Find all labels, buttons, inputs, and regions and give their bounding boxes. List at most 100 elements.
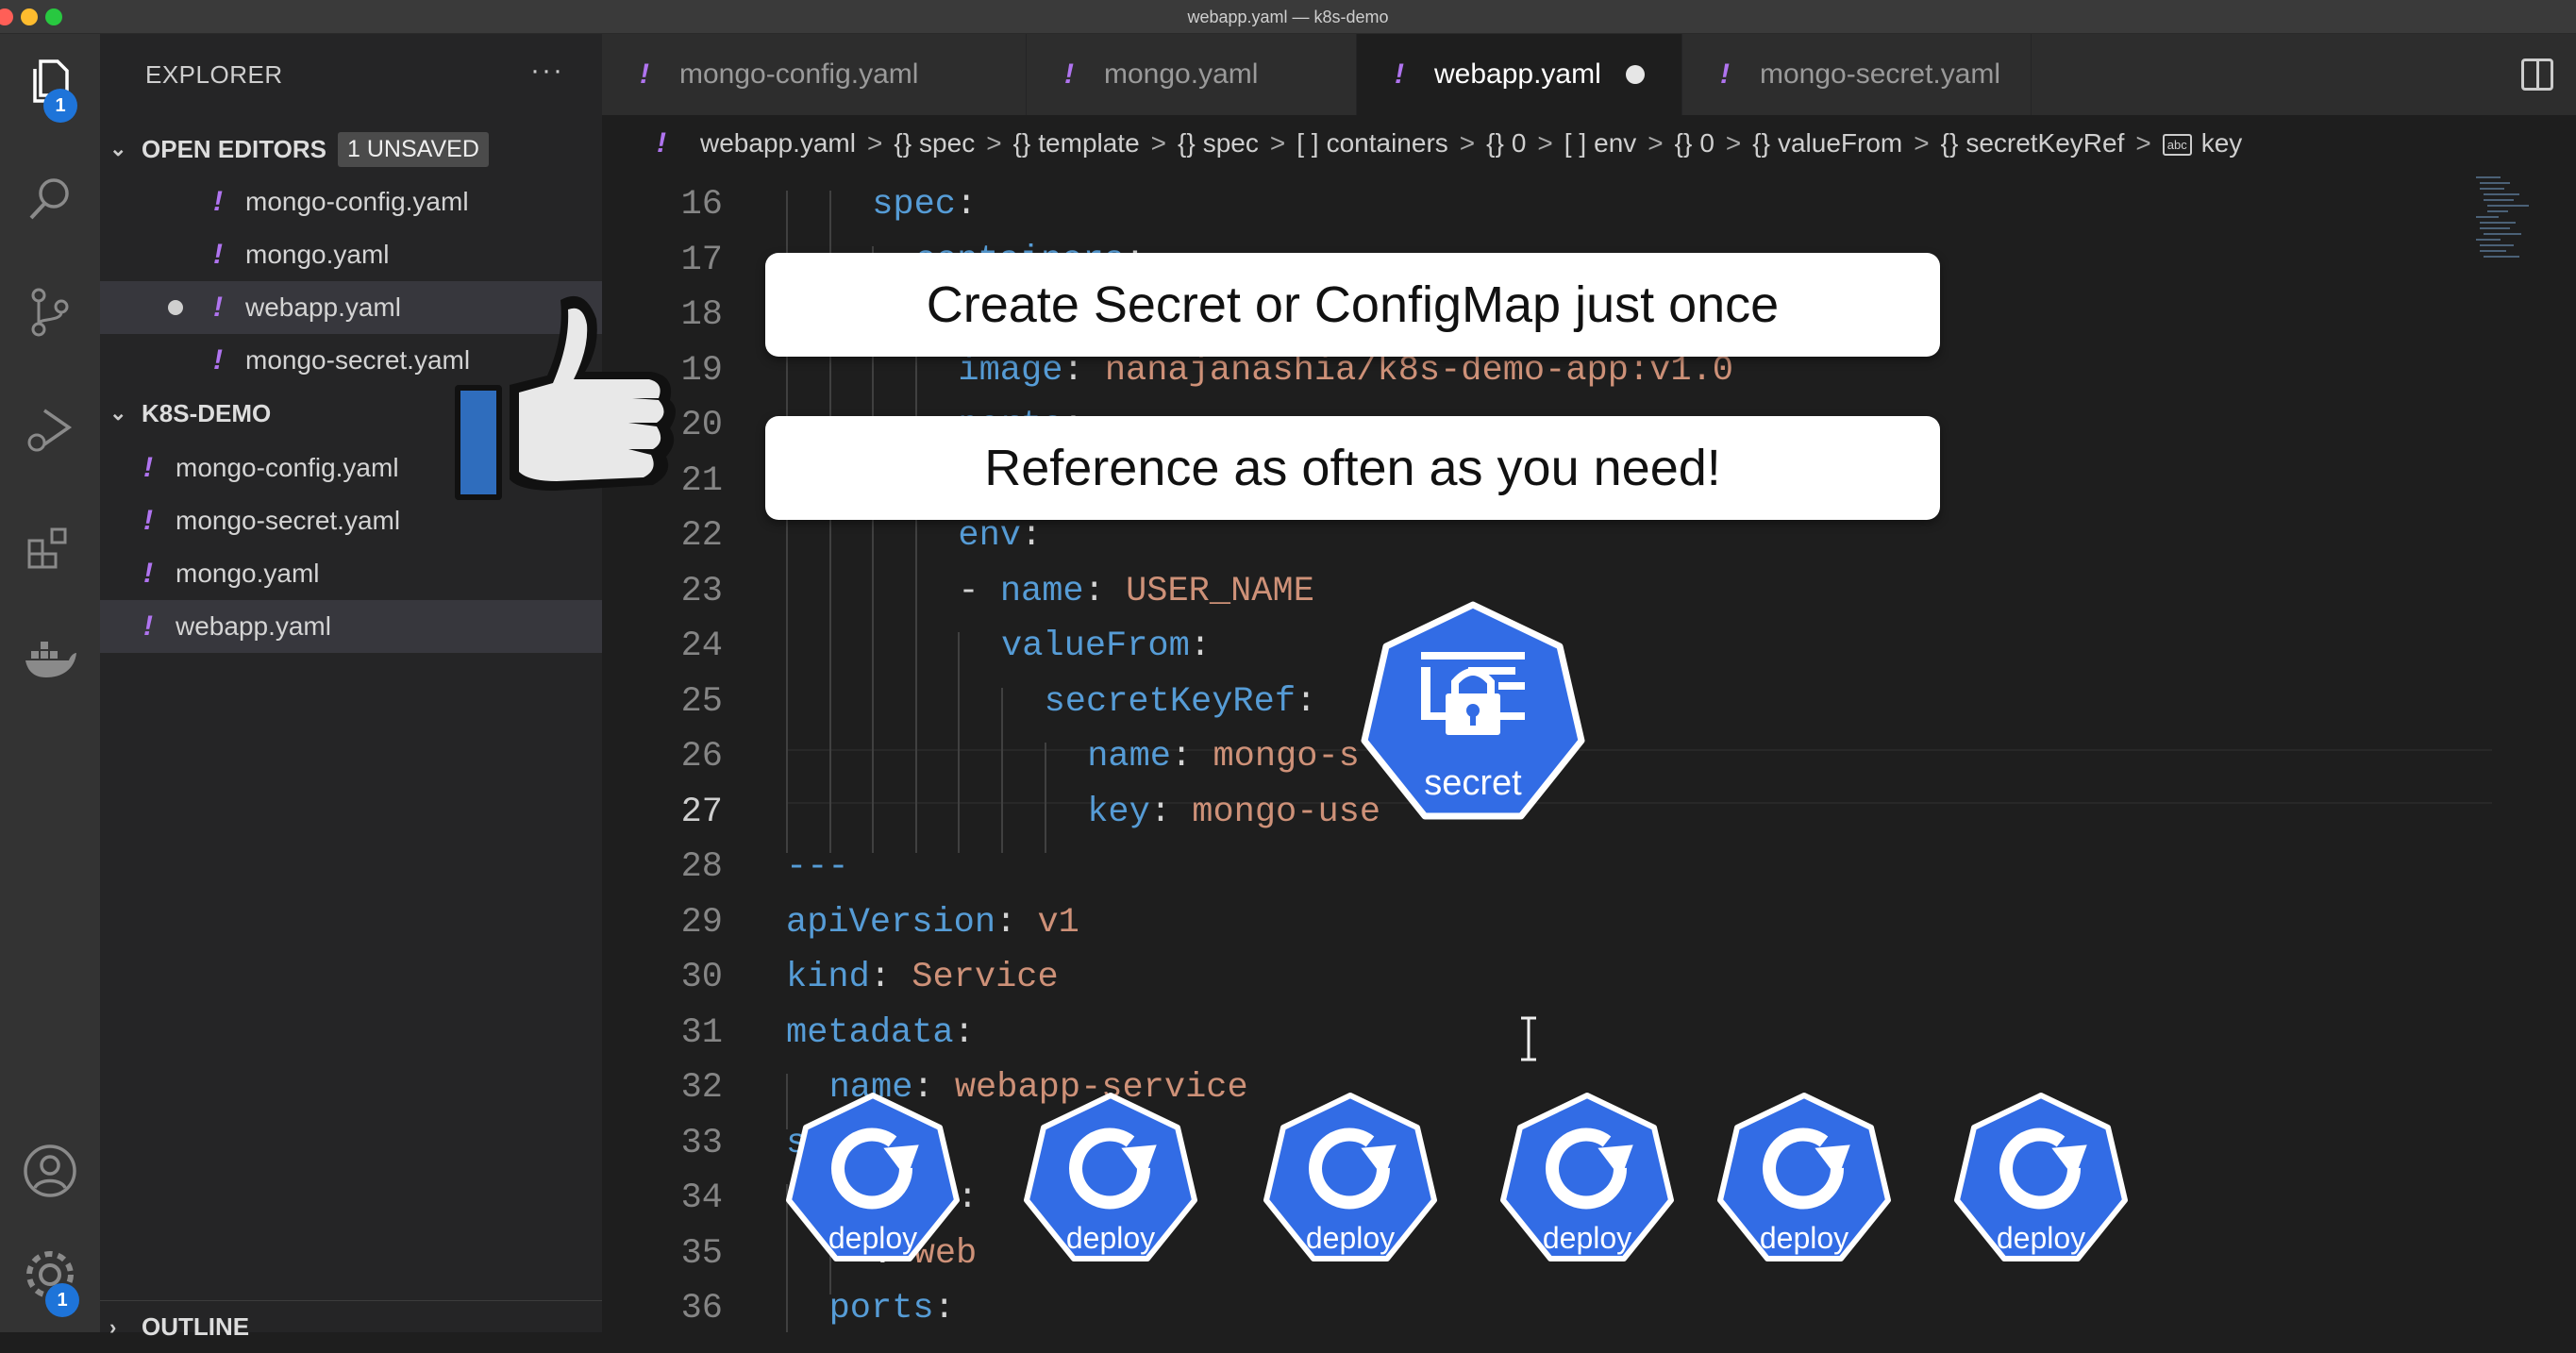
breadcrumb-separator: > xyxy=(1725,128,1742,158)
line-number: 32 xyxy=(680,1068,723,1108)
explorer-activity[interactable]: 1 xyxy=(0,40,100,125)
indent-guide xyxy=(872,632,875,688)
yaml-file-icon: ! xyxy=(213,292,223,323)
tab-label: webapp.yaml xyxy=(1434,58,1601,90)
file-label: mongo-config.yaml xyxy=(245,187,469,216)
docker-icon xyxy=(25,642,76,677)
accounts-activity[interactable] xyxy=(0,1128,100,1213)
manage-activity[interactable]: 1 xyxy=(0,1232,100,1317)
text-cursor-icon xyxy=(1521,1016,1536,1061)
open-editors-section[interactable]: ⌄ OPEN EDITORS 1 UNSAVED xyxy=(100,123,602,175)
object-symbol-icon: {} xyxy=(1674,128,1693,158)
breadcrumb-item[interactable]: {} secretKeyRef xyxy=(1941,128,2125,159)
breadcrumb-item[interactable]: {} 0 xyxy=(1486,128,1526,159)
breadcrumb-item[interactable]: {} template xyxy=(1013,128,1140,159)
open-editor-item[interactable]: ! mongo.yaml xyxy=(100,228,602,281)
indent-guide xyxy=(786,576,788,632)
breadcrumb-item[interactable]: {} spec xyxy=(894,128,975,159)
run-debug-activity[interactable] xyxy=(0,387,100,472)
folder-file-item[interactable]: ! mongo.yaml xyxy=(100,547,602,600)
breadcrumb-separator: > xyxy=(1269,128,1286,158)
breadcrumb-label: key xyxy=(2200,128,2243,158)
line-number: 27 xyxy=(680,792,723,832)
indent-guide xyxy=(1044,797,1046,853)
indent-guide xyxy=(828,356,831,411)
split-editor-icon[interactable] xyxy=(2521,58,2553,91)
source-control-activity[interactable] xyxy=(0,270,100,355)
tab-webapp[interactable]: ! webapp.yaml xyxy=(1357,34,1682,115)
deploy-label: deploy xyxy=(1305,1221,1396,1255)
indent-guide xyxy=(914,632,917,688)
yaml-file-icon: ! xyxy=(213,186,223,217)
open-editor-item[interactable]: ! mongo-config.yaml xyxy=(100,175,602,228)
indent-guide xyxy=(828,191,831,246)
breadcrumb-separator: > xyxy=(2135,128,2151,158)
line-number: 23 xyxy=(680,571,723,611)
file-label: mongo.yaml xyxy=(176,559,320,588)
line-number: 33 xyxy=(680,1123,723,1163)
breadcrumb-item[interactable]: abc key xyxy=(2162,128,2243,159)
indent-guide xyxy=(1044,743,1046,798)
modified-dot-icon[interactable] xyxy=(1625,65,1645,84)
breadcrumb-label: 0 xyxy=(1511,128,1527,158)
code-line: secretKeyRef: xyxy=(1044,681,1317,722)
file-label: mongo.yaml xyxy=(245,240,390,269)
code-line: valueFrom: xyxy=(1001,626,1212,666)
indent-guide xyxy=(786,632,788,688)
code-line: spec: xyxy=(872,185,978,225)
tab-mongo-secret[interactable]: ! mongo-secret.yaml xyxy=(1682,34,2032,115)
outline-section[interactable]: › OUTLINE xyxy=(100,1300,602,1353)
indent-guide xyxy=(1001,687,1003,743)
annotation-banner-reference: Reference as often as you need! xyxy=(765,416,1940,520)
breadcrumb-item[interactable]: {} valueFrom xyxy=(1752,128,1902,159)
tab-mongo[interactable]: ! mongo.yaml xyxy=(1027,34,1357,115)
file-label: mongo-config.yaml xyxy=(176,453,399,482)
indent-guide xyxy=(872,356,875,411)
line-number: 36 xyxy=(680,1289,723,1328)
extensions-icon xyxy=(27,527,67,569)
docker-activity[interactable] xyxy=(0,619,100,704)
object-symbol-icon: {} xyxy=(1012,128,1031,158)
folder-file-item-active[interactable]: ! webapp.yaml xyxy=(100,600,602,653)
breadcrumb-file[interactable]: webapp.yaml xyxy=(700,128,856,159)
breadcrumb-separator: > xyxy=(986,128,1002,158)
line-number: 31 xyxy=(680,1012,723,1053)
line-number: 24 xyxy=(680,626,723,666)
search-activity[interactable] xyxy=(0,157,100,242)
array-symbol-icon: [ ] xyxy=(1296,128,1319,158)
minimap[interactable] xyxy=(2472,172,2538,285)
line-number: 30 xyxy=(680,958,723,997)
breadcrumb-label: valueFrom xyxy=(1777,128,1903,158)
activity-bar: 1 1 xyxy=(0,34,100,1332)
breadcrumb-item[interactable]: {} 0 xyxy=(1675,128,1715,159)
code-line: kind: Service xyxy=(786,958,1059,997)
indent-guide xyxy=(958,687,961,743)
k8s-deploy-icon: deploy xyxy=(1021,1091,1200,1272)
indent-guide xyxy=(1001,797,1003,853)
yaml-file-icon: ! xyxy=(143,558,153,589)
indent-guide xyxy=(914,522,917,577)
breadcrumb-separator: > xyxy=(1459,128,1476,158)
explorer-title: EXPLORER xyxy=(145,60,283,89)
more-actions-button[interactable]: ··· xyxy=(530,55,564,87)
k8s-deploy-icon: deploy xyxy=(1715,1091,1894,1272)
k8s-deploy-icon: deploy xyxy=(1951,1091,2131,1272)
indent-guide xyxy=(958,797,961,853)
breadcrumb-item[interactable]: [ ] containers xyxy=(1296,128,1448,159)
breadcrumb-item[interactable]: {} spec xyxy=(1178,128,1259,159)
breadcrumb-separator: > xyxy=(866,128,883,158)
tab-mongo-config[interactable]: ! mongo-config.yaml xyxy=(602,34,1027,115)
chevron-down-icon: ⌄ xyxy=(109,401,127,425)
code-line: ports: xyxy=(828,1289,955,1328)
file-label: mongo-secret.yaml xyxy=(176,506,401,535)
breadcrumb-item[interactable]: [ ] env xyxy=(1564,128,1637,159)
breadcrumb-label: containers xyxy=(1326,128,1448,158)
indent-guide xyxy=(828,576,831,632)
yaml-file-icon: ! xyxy=(213,344,223,376)
k8s-deploy-icon: deploy xyxy=(1497,1091,1677,1272)
line-number: 26 xyxy=(680,737,723,777)
extensions-activity[interactable] xyxy=(0,506,100,591)
breadcrumb: ! webapp.yaml > {} spec > {} template > {}… xyxy=(602,115,2576,172)
indent-guide xyxy=(786,191,788,246)
indent-guide xyxy=(914,743,917,798)
